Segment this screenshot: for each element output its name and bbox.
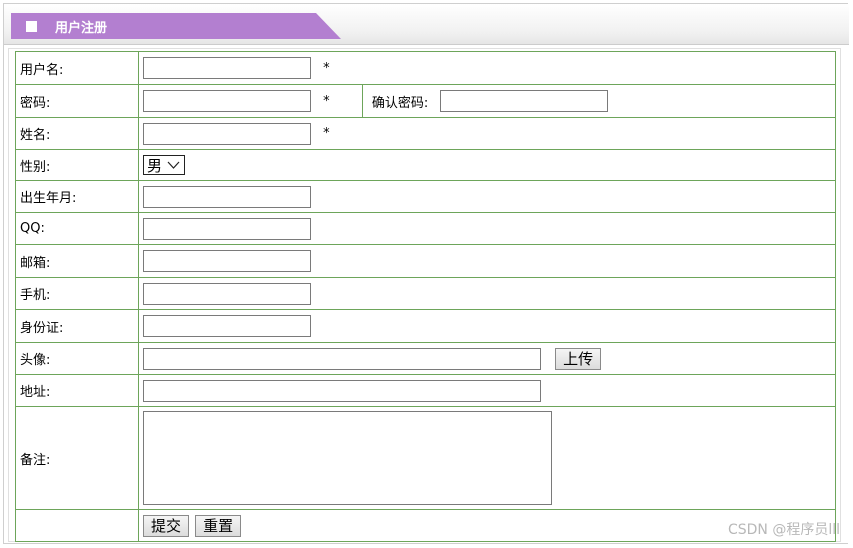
address-label: 地址: <box>15 374 139 407</box>
birth-input[interactable] <box>143 185 311 208</box>
phone-label: 手机: <box>15 277 139 310</box>
email-label: 邮箱: <box>15 244 139 278</box>
confirm-password-input[interactable] <box>440 90 609 112</box>
required-mark: * <box>323 60 330 76</box>
email-input[interactable] <box>143 250 311 272</box>
phone-input[interactable] <box>143 282 311 305</box>
realname-label: 姓名: <box>15 117 139 150</box>
registration-form-table: 用户名: * 密码: * 确认密码: 姓名: * 性别: 男 出生年月: QQ:… <box>15 51 836 542</box>
username-input[interactable] <box>143 57 311 79</box>
remark-label: 备注: <box>15 406 139 510</box>
password-label: 密码: <box>15 84 139 118</box>
title-tab: 用户注册 <box>11 13 341 39</box>
gender-selected-value: 男 <box>147 156 163 175</box>
header-bar: 用户注册 <box>4 4 849 45</box>
required-mark: * <box>323 93 330 109</box>
username-label: 用户名: <box>15 51 139 85</box>
watermark: CSDN @程序员lll <box>727 522 840 538</box>
required-mark: * <box>323 126 330 141</box>
square-icon <box>26 21 37 32</box>
submit-button[interactable]: 提交 <box>143 514 190 537</box>
address-input[interactable] <box>143 379 541 402</box>
idcard-input[interactable] <box>143 315 311 337</box>
chevron-down-icon <box>167 161 180 169</box>
qq-label: QQ: <box>15 212 139 245</box>
password-input[interactable] <box>143 90 311 112</box>
empty-cell <box>15 509 139 542</box>
avatar-label: 头像: <box>15 342 139 375</box>
gender-label: 性别: <box>15 149 139 181</box>
cell-divider <box>361 85 363 117</box>
reset-button[interactable]: 重置 <box>195 514 242 537</box>
page-title: 用户注册 <box>55 21 108 36</box>
confirm-password-label: 确认密码: <box>371 95 429 111</box>
idcard-label: 身份证: <box>15 309 139 343</box>
avatar-path-input[interactable] <box>143 347 541 370</box>
realname-input[interactable] <box>143 122 311 145</box>
qq-input[interactable] <box>143 217 311 240</box>
remark-textarea[interactable] <box>143 411 552 505</box>
birth-label: 出生年月: <box>15 180 139 213</box>
upload-button[interactable]: 上传 <box>555 347 602 370</box>
gender-select[interactable]: 男 <box>143 155 185 175</box>
